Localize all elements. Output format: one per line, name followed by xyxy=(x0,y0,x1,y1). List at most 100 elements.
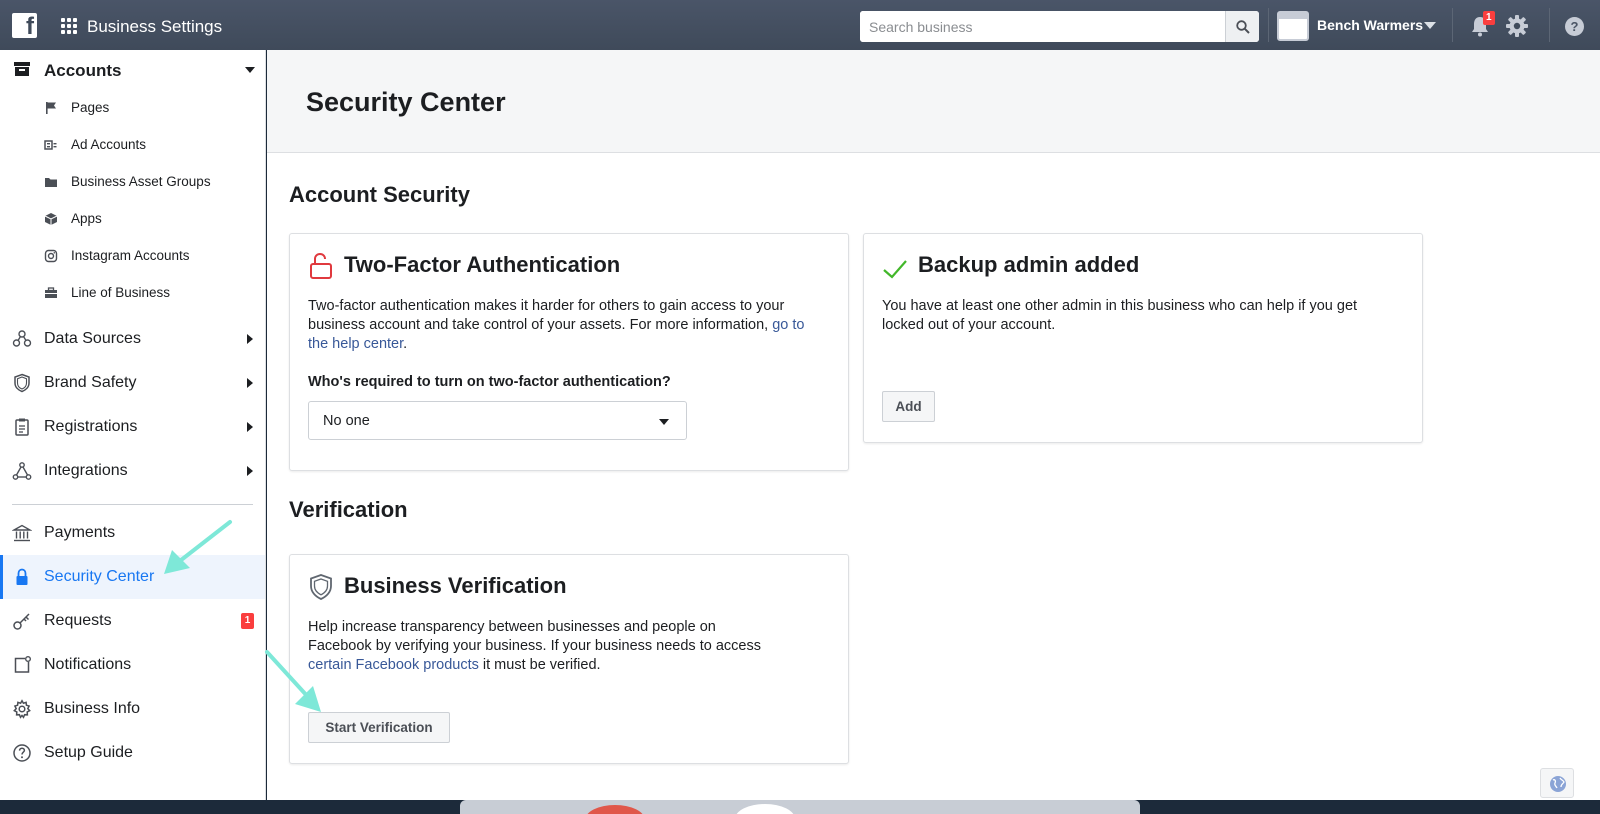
help-center-link[interactable]: go to xyxy=(772,317,804,333)
chevron-right-icon xyxy=(247,422,253,432)
chevron-right-icon xyxy=(247,334,253,344)
checkmark-icon xyxy=(883,260,907,279)
sidebar-item-registrations[interactable]: Registrations xyxy=(0,405,265,449)
business-avatar[interactable] xyxy=(1277,11,1309,41)
top-bar: f Business Settings Bench Warmers 1 xyxy=(0,0,1600,50)
search-input[interactable] xyxy=(860,11,1225,42)
sidebar-accounts-header[interactable]: Accounts xyxy=(0,50,265,90)
sidebar-item-line-of-business[interactable]: Line of Business xyxy=(0,274,265,311)
globe-icon xyxy=(1550,776,1566,792)
description-line: Help increase transparency between busin… xyxy=(308,619,716,635)
shield-icon xyxy=(310,574,332,600)
business-verification-description: Help increase transparency between busin… xyxy=(308,618,838,675)
notification-icon xyxy=(14,656,31,673)
description-line: locked out of your account. xyxy=(882,317,1056,333)
instagram-icon xyxy=(44,249,58,263)
sidebar-item-business-info[interactable]: Business Info xyxy=(0,687,265,731)
language-globe-button[interactable] xyxy=(1540,768,1574,798)
gear-icon xyxy=(13,699,31,719)
punctuation: . xyxy=(403,336,408,352)
integrations-icon xyxy=(12,462,32,480)
dock-app-icon[interactable] xyxy=(585,805,645,814)
chevron-down-icon xyxy=(245,67,255,73)
sidebar-item-pages[interactable]: Pages xyxy=(0,89,265,126)
two-factor-title: Two-Factor Authentication xyxy=(344,252,621,277)
verification-heading: Verification xyxy=(289,497,408,522)
sidebar-item-instagram-accounts[interactable]: Instagram Accounts xyxy=(0,237,265,274)
select-value: No one xyxy=(323,413,370,429)
sidebar-item-brand-safety[interactable]: Brand Safety xyxy=(0,361,265,405)
sidebar-item-label: Brand Safety xyxy=(44,374,137,391)
cube-icon xyxy=(44,213,58,225)
dock-app-icon[interactable] xyxy=(735,804,795,814)
folder-icon xyxy=(45,178,57,187)
archive-box-icon xyxy=(14,62,30,76)
app-grid-icon[interactable] xyxy=(61,18,77,34)
sidebar-item-business-asset-groups[interactable]: Business Asset Groups xyxy=(0,163,265,200)
data-sources-icon xyxy=(12,330,32,347)
sidebar-divider xyxy=(12,504,253,505)
app-title[interactable]: Business Settings xyxy=(87,17,222,37)
chevron-right-icon xyxy=(247,378,253,388)
sidebar-item-ad-accounts[interactable]: Ad Accounts xyxy=(0,126,265,163)
search-button[interactable] xyxy=(1225,11,1259,42)
bank-icon xyxy=(12,524,32,542)
sidebar-item-data-sources[interactable]: Data Sources xyxy=(0,317,265,361)
description-line: You have at least one other admin in thi… xyxy=(882,298,1358,314)
topbar-divider xyxy=(1452,8,1453,42)
sidebar-item-label: Apps xyxy=(71,211,102,226)
topbar-divider xyxy=(1549,8,1550,42)
backup-admin-card: Backup admin added You have at least one… xyxy=(863,233,1423,443)
backup-admin-title: Backup admin added xyxy=(918,252,1140,277)
sidebar-item-apps[interactable]: Apps xyxy=(0,200,265,237)
key-icon xyxy=(13,613,30,630)
start-verification-button[interactable]: Start Verification xyxy=(308,712,450,743)
sidebar-item-label: Setup Guide xyxy=(44,744,133,761)
sidebar-item-notifications[interactable]: Notifications xyxy=(0,643,265,687)
sidebar-item-label: Data Sources xyxy=(44,330,141,347)
description-line: it must be verified. xyxy=(478,657,601,673)
notification-count-badge: 1 xyxy=(1483,11,1495,25)
annotation-arrow-icon xyxy=(265,650,321,712)
description-line: Two-factor authentication makes it harde… xyxy=(308,298,785,314)
settings-gear-icon[interactable] xyxy=(1505,14,1529,38)
business-name[interactable]: Bench Warmers xyxy=(1317,17,1423,33)
sidebar-item-requests[interactable]: Requests 1 xyxy=(0,599,265,643)
clipboard-icon xyxy=(15,418,29,436)
topbar-divider xyxy=(1268,8,1269,42)
facebook-products-link[interactable]: certain Facebook products xyxy=(308,657,479,673)
main-content: Security Center Account Security Two-Fac… xyxy=(267,50,1600,800)
sidebar-accounts-label: Accounts xyxy=(44,61,122,80)
flag-icon xyxy=(46,102,56,114)
sidebar-item-setup-guide[interactable]: Setup Guide xyxy=(0,731,265,775)
two-factor-description: Two-factor authentication makes it harde… xyxy=(308,297,838,354)
chevron-right-icon xyxy=(247,466,253,476)
facebook-logo-icon[interactable]: f xyxy=(12,13,37,38)
sidebar-item-label: Requests xyxy=(44,612,112,629)
sidebar-item-label: Business Info xyxy=(44,700,141,717)
sidebar-item-label: Payments xyxy=(44,524,116,541)
page-title: Security Center xyxy=(306,87,506,117)
os-dock xyxy=(460,800,1140,814)
two-factor-requirement-select[interactable]: No one xyxy=(308,401,687,440)
help-center-link[interactable]: the help center xyxy=(308,336,403,352)
business-switcher-caret-icon[interactable] xyxy=(1424,22,1436,29)
description-line: business account and take control of you… xyxy=(308,317,769,333)
add-admin-button[interactable]: Add xyxy=(882,391,935,422)
shield-icon xyxy=(14,373,30,393)
sidebar-item-label: Notifications xyxy=(44,656,132,673)
help-icon[interactable]: ? xyxy=(1565,17,1584,36)
business-verification-card: Business Verification Help increase tran… xyxy=(289,554,849,764)
sidebar-item-label: Instagram Accounts xyxy=(71,248,190,263)
annotation-arrow-icon xyxy=(164,520,232,574)
business-verification-title: Business Verification xyxy=(344,573,567,598)
sidebar-item-label: Integrations xyxy=(44,462,128,479)
sidebar-item-label: Business Asset Groups xyxy=(71,174,211,189)
sidebar-item-integrations[interactable]: Integrations xyxy=(0,449,265,493)
two-factor-question: Who's required to turn on two-factor aut… xyxy=(308,374,671,390)
sidebar-item-label: Ad Accounts xyxy=(71,137,147,152)
ad-account-icon xyxy=(44,140,57,150)
chevron-down-icon xyxy=(659,419,669,425)
two-factor-card: Two-Factor Authentication Two-factor aut… xyxy=(289,233,849,471)
requests-count-badge: 1 xyxy=(241,613,254,629)
